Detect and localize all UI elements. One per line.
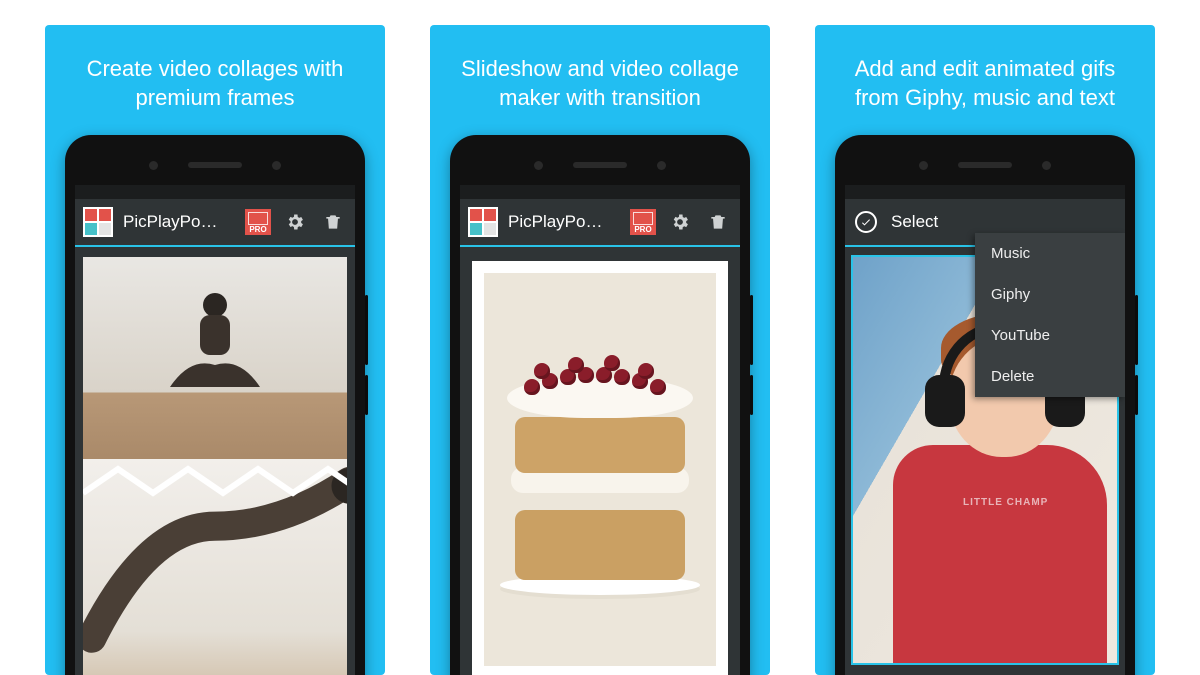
app-bar: PicPlayPo… PRO — [75, 199, 355, 247]
editor-canvas[interactable]: Happy Birthday — [460, 249, 740, 675]
editor-canvas[interactable] — [75, 249, 355, 675]
slide-caption-text[interactable]: Happy Birthday — [484, 666, 716, 675]
phone-mockup: PicPlayPo… PRO — [65, 135, 365, 675]
slide-image — [484, 273, 716, 666]
status-bar — [845, 185, 1125, 199]
status-bar — [460, 185, 740, 199]
cake-layer-shape — [515, 417, 685, 473]
cake-layer-shape — [515, 510, 685, 580]
status-bar — [75, 185, 355, 199]
mode-label: Select — [891, 212, 938, 232]
add-button[interactable] — [1083, 671, 1111, 675]
phone-screen: Select Music Giphy YouTube Delete LITTLE… — [845, 185, 1125, 675]
phone-notch — [75, 145, 355, 185]
menu-item-music[interactable]: Music — [975, 233, 1125, 274]
gear-icon — [670, 212, 690, 232]
promo-panel-1: Create video collages with premium frame… — [45, 25, 385, 675]
phone-mockup: PicPlayPo… PRO — [450, 135, 750, 675]
confirm-button[interactable] — [855, 211, 877, 233]
phone-screen: PicPlayPo… PRO — [460, 185, 740, 675]
speaker-icon — [573, 162, 627, 168]
trash-icon — [323, 212, 343, 232]
photo-body-shape — [893, 445, 1107, 665]
app-title: PicPlayPo… — [508, 212, 620, 232]
camera-dot-icon — [534, 161, 543, 170]
speaker-icon — [958, 162, 1012, 168]
speaker-icon — [188, 162, 242, 168]
panel-caption: Create video collages with premium frame… — [45, 25, 385, 135]
sensor-dot-icon — [1042, 161, 1051, 170]
delete-button[interactable] — [704, 208, 732, 236]
promo-panel-3: Add and edit animated gifs from Giphy, m… — [815, 25, 1155, 675]
pro-badge[interactable]: PRO — [245, 209, 271, 235]
sensor-dot-icon — [272, 161, 281, 170]
trash-icon — [708, 212, 728, 232]
gear-icon — [285, 212, 305, 232]
pro-badge[interactable]: PRO — [630, 209, 656, 235]
app-logo-icon — [83, 207, 113, 237]
menu-item-youtube[interactable]: YouTube — [975, 315, 1125, 356]
check-icon — [860, 216, 872, 228]
photo-shirt-text: LITTLE CHAMP — [963, 497, 1048, 508]
cake-berries-shape — [520, 359, 680, 399]
app-bar: PicPlayPo… PRO — [460, 199, 740, 247]
prev-button[interactable] — [859, 671, 887, 675]
phone-notch — [460, 145, 740, 185]
app-logo-icon — [468, 207, 498, 237]
settings-button[interactable] — [281, 208, 309, 236]
phone-mockup: Select Music Giphy YouTube Delete LITTLE… — [835, 135, 1135, 675]
context-menu: Music Giphy YouTube Delete — [975, 233, 1125, 397]
panel-caption: Slideshow and video collage maker with t… — [430, 25, 770, 135]
delete-button[interactable] — [319, 208, 347, 236]
panel-caption: Add and edit animated gifs from Giphy, m… — [815, 25, 1155, 135]
menu-item-giphy[interactable]: Giphy — [975, 274, 1125, 315]
zigzag-divider-icon — [83, 463, 347, 503]
camera-dot-icon — [919, 161, 928, 170]
bottom-toolbar — [845, 665, 1125, 675]
person-silhouette-icon — [150, 287, 280, 407]
headphone-cup-shape — [925, 375, 965, 427]
promo-panel-2: Slideshow and video collage maker with t… — [430, 25, 770, 675]
slideshow-frame: Happy Birthday — [472, 261, 728, 675]
collage-frame — [83, 257, 347, 675]
sensor-dot-icon — [657, 161, 666, 170]
menu-item-delete[interactable]: Delete — [975, 356, 1125, 397]
app-title: PicPlayPo… — [123, 212, 235, 232]
phone-screen: PicPlayPo… PRO — [75, 185, 355, 675]
settings-button[interactable] — [666, 208, 694, 236]
phone-notch — [845, 145, 1125, 185]
camera-dot-icon — [149, 161, 158, 170]
